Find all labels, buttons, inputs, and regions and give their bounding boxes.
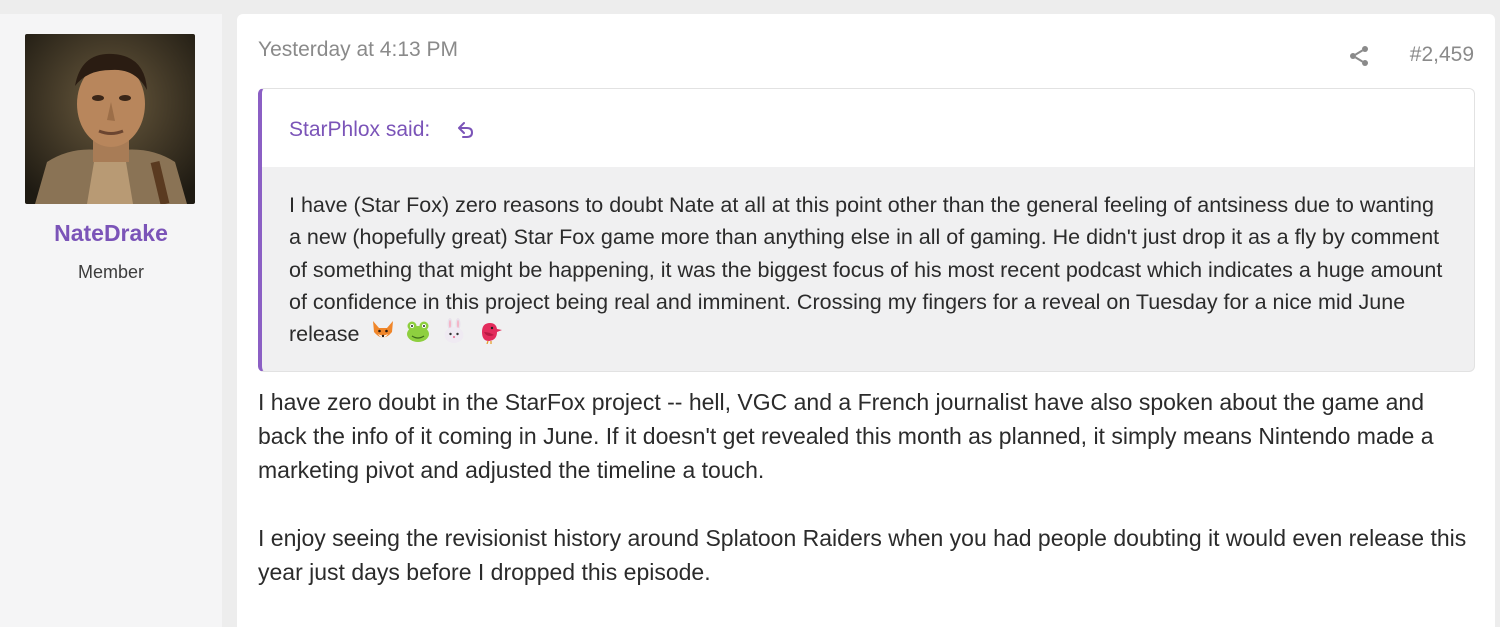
post-paragraph: I enjoy seeing the revisionist history a… <box>258 525 1467 585</box>
post-body: I have zero doubt in the StarFox project… <box>258 385 1478 589</box>
fox-emoji <box>372 321 393 338</box>
quote-body: I have (Star Fox) zero reasons to doubt … <box>262 167 1474 350</box>
share-icon[interactable] <box>1347 44 1371 68</box>
post-paragraph: I have zero doubt in the StarFox project… <box>258 389 1434 483</box>
post-card: Yesterday at 4:13 PM #2,459 StarPhlox sa… <box>237 14 1495 627</box>
jump-to-quote-icon[interactable] <box>454 119 476 141</box>
forum-page: NateDrake Member Yesterday at 4:13 PM #2… <box>0 0 1500 627</box>
quote-header: StarPhlox said: <box>262 89 1474 167</box>
frog-emoji <box>407 321 430 343</box>
post-number[interactable]: #2,459 <box>1410 43 1474 67</box>
rabbit-emoji <box>444 318 464 344</box>
post-date[interactable]: Yesterday at 4:13 PM <box>258 38 458 62</box>
bird-emoji <box>482 323 503 345</box>
avatar[interactable] <box>25 34 195 204</box>
avatar-image <box>25 34 195 204</box>
username[interactable]: NateDrake <box>0 220 222 247</box>
user-role: Member <box>77 262 144 282</box>
user-info-panel: NateDrake Member <box>0 14 222 627</box>
quote-author[interactable]: StarPhlox said: <box>289 118 430 142</box>
quote-block: StarPhlox said: I have (Star Fox) zero r… <box>258 88 1475 372</box>
